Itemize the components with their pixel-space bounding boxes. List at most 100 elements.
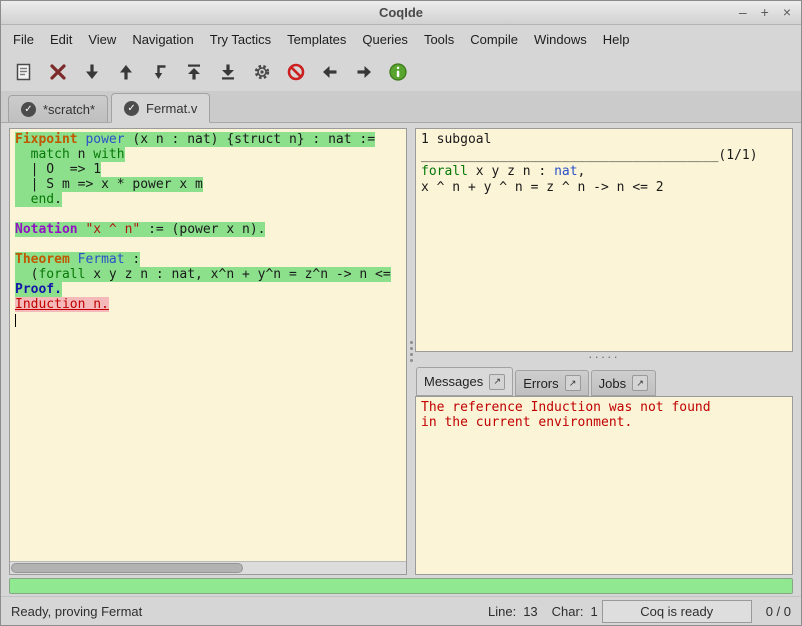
save-button[interactable]	[11, 59, 37, 85]
messages-content: The reference Induction was not foundin …	[416, 397, 792, 433]
coqide-window: CoqIde – + × FileEditViewNavigationTry T…	[0, 0, 802, 626]
tab-label: Errors	[523, 376, 558, 391]
window-title: CoqIde	[1, 5, 801, 20]
previous-icon	[320, 62, 340, 82]
detach-icon[interactable]: ↗	[565, 375, 581, 391]
code-line: 1 subgoal	[421, 132, 787, 148]
go-to-cursor-button[interactable]	[147, 59, 173, 85]
interrupt-icon	[286, 62, 306, 82]
toolbar	[1, 53, 801, 91]
go-to-start-button[interactable]	[181, 59, 207, 85]
code-line: | S m => x * power x m	[15, 177, 401, 192]
main-area: Fixpoint power (x n : nat) {struct n} : …	[1, 123, 801, 575]
text-caret	[15, 314, 16, 327]
code-line: end.	[15, 192, 401, 207]
step-backward-icon	[116, 62, 136, 82]
tab-label: Messages	[424, 374, 483, 389]
char-label: Char:	[552, 604, 584, 619]
step-backward-button[interactable]	[113, 59, 139, 85]
messages-panel: The reference Induction was not foundin …	[415, 396, 793, 575]
tab-errors[interactable]: Errors ↗	[515, 370, 588, 396]
detach-icon[interactable]: ↗	[632, 375, 648, 391]
about-icon	[388, 62, 408, 82]
message-tabbar: Messages ↗ Errors ↗ Jobs ↗	[415, 365, 793, 396]
go-to-end-icon	[218, 62, 238, 82]
close-button[interactable]: ×	[783, 4, 791, 21]
window-controls: – + ×	[739, 4, 791, 21]
code-line: Induction n.	[15, 297, 401, 312]
save-icon	[14, 62, 34, 82]
close-buffer-button[interactable]	[45, 59, 71, 85]
status-left: Ready, proving Fermat	[11, 604, 142, 619]
menu-queries[interactable]: Queries	[354, 27, 416, 52]
code-line: forall x y z n : nat,	[421, 164, 787, 180]
minimize-button[interactable]: –	[739, 4, 747, 21]
horizontal-splitter[interactable]: ·····	[415, 352, 793, 365]
char-value: 1	[590, 604, 597, 619]
tab-label: Fermat.v	[146, 101, 197, 116]
menu-tools[interactable]: Tools	[416, 27, 462, 52]
goals-content: 1 subgoal_______________________________…	[416, 129, 792, 199]
code-line: Fixpoint power (x n : nat) {struct n} : …	[15, 132, 401, 147]
code-line: match n with	[15, 147, 401, 162]
status-count: 0 / 0	[766, 604, 791, 619]
statusbar: Ready, proving Fermat Line: 13 Char: 1 C…	[1, 596, 801, 625]
code-line: Notation "x ^ n" := (power x n).	[15, 222, 401, 237]
menubar: FileEditViewNavigationTry TacticsTemplat…	[1, 25, 801, 53]
script-editor[interactable]: Fixpoint power (x n : nat) {struct n} : …	[10, 129, 406, 561]
close-icon	[48, 62, 68, 82]
step-forward-button[interactable]	[79, 59, 105, 85]
scrollbar-thumb[interactable]	[11, 563, 243, 573]
tab-messages[interactable]: Messages ↗	[416, 367, 513, 396]
tab-check-icon: ✓	[124, 101, 139, 116]
menu-navigation[interactable]: Navigation	[124, 27, 201, 52]
maximize-button[interactable]: +	[761, 4, 769, 21]
code-line: The reference Induction was not found	[421, 400, 787, 415]
code-line: ______________________________________(1…	[421, 148, 787, 164]
next-icon	[354, 62, 374, 82]
tab-check-icon: ✓	[21, 102, 36, 117]
tab-jobs[interactable]: Jobs ↗	[591, 370, 656, 396]
vertical-splitter[interactable]	[407, 128, 415, 575]
go-to-end-button[interactable]	[215, 59, 241, 85]
menu-view[interactable]: View	[80, 27, 124, 52]
code-line: Proof.	[15, 282, 401, 297]
go-to-start-icon	[184, 62, 204, 82]
line-value: 13	[523, 604, 537, 619]
code-line	[15, 312, 401, 327]
menu-compile[interactable]: Compile	[462, 27, 526, 52]
goals-panel: 1 subgoal_______________________________…	[415, 128, 793, 352]
code-line	[15, 237, 401, 252]
tab-label: Jobs	[599, 376, 626, 391]
menu-windows[interactable]: Windows	[526, 27, 595, 52]
code-line: x ^ n + y ^ n = z ^ n -> n <= 2	[421, 180, 787, 196]
tab-label: *scratch*	[43, 102, 95, 117]
menu-help[interactable]: Help	[595, 27, 638, 52]
go-to-cursor-icon	[150, 62, 170, 82]
menu-file[interactable]: File	[5, 27, 42, 52]
script-panel: Fixpoint power (x n : nat) {struct n} : …	[9, 128, 407, 575]
menu-try-tactics[interactable]: Try Tactics	[202, 27, 279, 52]
interrupt-button[interactable]	[283, 59, 309, 85]
line-label: Line:	[488, 604, 516, 619]
tab-scratch[interactable]: ✓ *scratch*	[8, 95, 108, 122]
right-column: 1 subgoal_______________________________…	[415, 128, 793, 575]
horizontal-scrollbar[interactable]	[10, 561, 406, 574]
code-line: (forall x y z n : nat, x^n + y^n = z^n -…	[15, 267, 401, 282]
fully-check-button[interactable]	[249, 59, 275, 85]
detach-icon[interactable]: ↗	[489, 374, 505, 390]
about-button[interactable]	[385, 59, 411, 85]
previous-button[interactable]	[317, 59, 343, 85]
tab-fermat[interactable]: ✓ Fermat.v	[111, 93, 210, 123]
menu-edit[interactable]: Edit	[42, 27, 80, 52]
menu-templates[interactable]: Templates	[279, 27, 354, 52]
code-line: | O => 1	[15, 162, 401, 177]
next-button[interactable]	[351, 59, 377, 85]
tabbar: ✓ *scratch* ✓ Fermat.v	[1, 91, 801, 123]
fully-check-icon	[252, 62, 272, 82]
code-line: Theorem Fermat :	[15, 252, 401, 267]
coq-status: Coq is ready	[602, 600, 752, 623]
code-line	[15, 207, 401, 222]
titlebar[interactable]: CoqIde – + ×	[1, 1, 801, 25]
progress-bar	[9, 578, 793, 594]
